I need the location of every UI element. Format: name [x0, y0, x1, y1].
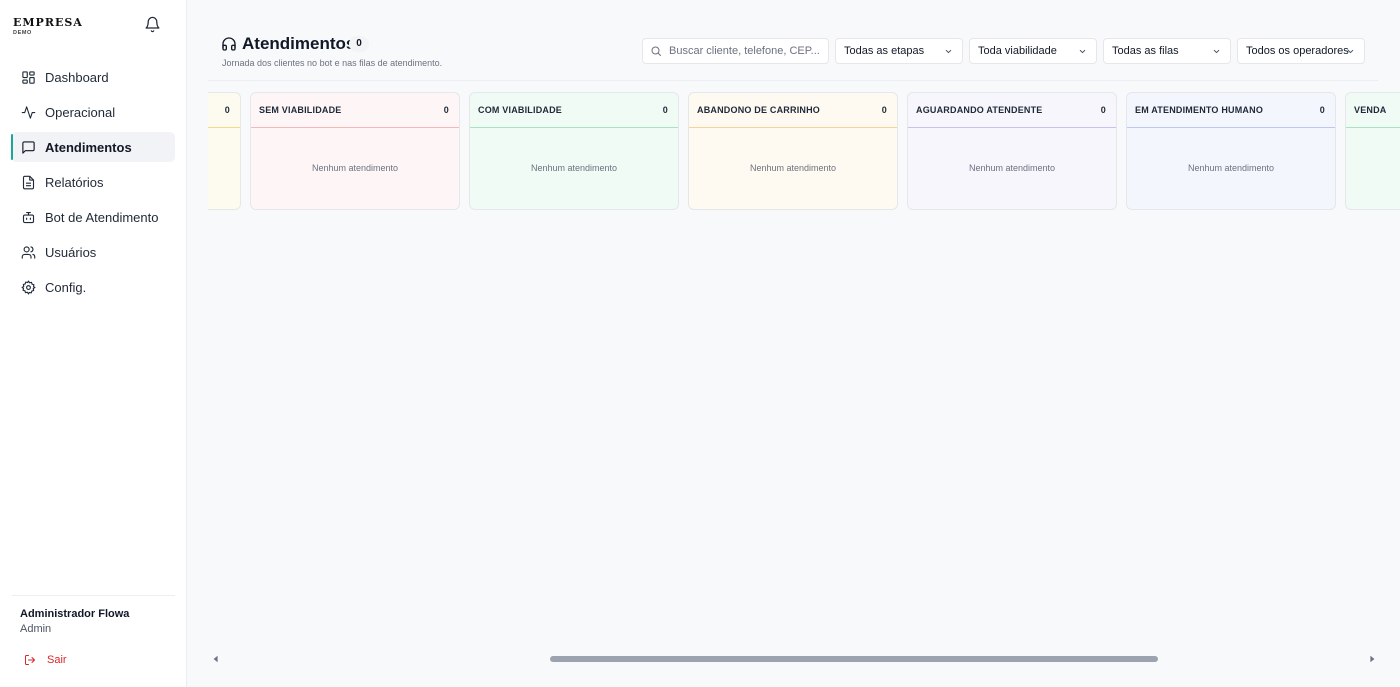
scroll-left-arrow-icon[interactable] [212, 655, 220, 663]
header-divider [208, 80, 1378, 81]
column-count: 0 [443, 105, 449, 115]
gear-icon [21, 279, 36, 295]
chevron-down-icon [945, 49, 952, 54]
user-name: Administrador Flowa [20, 608, 130, 620]
sidebar-item-label: Config. [45, 279, 87, 295]
column-header: AGUARDANDO ATENDENTE 0 [908, 93, 1116, 128]
column-header: EM ATENDIMENTO HUMANO 0 [1127, 93, 1335, 128]
chat-icon [22, 140, 35, 154]
column-title: ABANDONO DE CARRINHO [697, 105, 820, 115]
sidebar-item-usuarios[interactable]: Usuários [11, 237, 175, 267]
column-count: 0 [881, 105, 887, 115]
document-icon [22, 175, 35, 189]
column-count: 0 [1100, 105, 1106, 115]
brand-name: EMPRESA [13, 16, 83, 29]
sidebar: EMPRESA DEMO Dashboard Operacional Atend… [0, 0, 187, 687]
column-empty-text: Nenhum atendimento [1187, 163, 1275, 173]
kanban-column: VENDA [1345, 92, 1400, 210]
sidebar-item-dashboard[interactable]: Dashboard [11, 62, 175, 92]
chevron-down-icon [1079, 49, 1086, 54]
total-count-badge: 0 [349, 36, 369, 52]
search-box[interactable] [642, 38, 829, 64]
page-title: Atendimentos [242, 34, 356, 53]
column-title: AGUARDANDO ATENDENTE [916, 105, 1043, 115]
user-profile: Administrador Flowa Admin [12, 595, 175, 635]
sidebar-item-relatorios[interactable]: Relatórios [11, 167, 175, 197]
column-header: 0 [208, 93, 240, 128]
scrollbar-thumb[interactable] [550, 656, 1158, 662]
column-empty-text: Nenhum atendimento [530, 163, 618, 173]
column-header: VENDA [1346, 93, 1400, 128]
filter-etapas-value: Todas as etapas [844, 45, 925, 57]
column-count: 0 [224, 105, 230, 115]
column-empty-text: Nenhum atendimento [749, 163, 837, 173]
page-subtitle: Jornada dos clientes no bot e nas filas … [222, 58, 443, 68]
column-empty-text: Nenhum atendimento [311, 163, 399, 173]
sidebar-item-bot[interactable]: Bot de Atendimento [11, 202, 175, 232]
sidebar-item-label: Operacional [45, 104, 116, 120]
filter-etapas-select[interactable]: Todas as etapas [835, 38, 963, 64]
kanban-column: AGUARDANDO ATENDENTE 0 Nenhum atendiment… [907, 92, 1117, 210]
filter-operadores-value: Todos os operadores [1246, 45, 1349, 57]
users-icon [21, 245, 36, 259]
column-title: COM VIABILIDADE [478, 105, 562, 115]
brand-logo[interactable]: EMPRESA DEMO [13, 16, 83, 36]
kanban-column: 0 [208, 92, 241, 210]
search-input[interactable] [669, 45, 819, 57]
chevron-down-icon [1213, 49, 1220, 54]
scroll-right-arrow-icon[interactable] [1368, 655, 1376, 663]
logout-icon [25, 655, 35, 665]
kanban-board: 0 SEM VIABILIDADE 0 Nenhum atendimento C… [208, 92, 1400, 212]
headset-icon [222, 37, 236, 51]
column-header: COM VIABILIDADE 0 [470, 93, 678, 128]
logout-label: Sair [47, 654, 67, 666]
bot-icon [22, 211, 35, 223]
kanban-column: COM VIABILIDADE 0 Nenhum atendimento [469, 92, 679, 210]
sidebar-item-config[interactable]: Config. [11, 272, 175, 302]
sidebar-item-label: Relatórios [45, 174, 104, 190]
search-icon [651, 46, 661, 56]
sidebar-nav: Dashboard Operacional Atendimentos Relat… [11, 62, 175, 307]
user-role: Admin [20, 623, 52, 635]
sidebar-item-label: Bot de Atendimento [45, 209, 159, 225]
activity-icon [21, 105, 36, 119]
sidebar-item-label: Dashboard [45, 69, 109, 85]
filter-filas-select[interactable]: Todas as filas [1103, 38, 1231, 64]
column-header: ABANDONO DE CARRINHO 0 [689, 93, 897, 128]
filter-viabilidade-select[interactable]: Toda viabilidade [969, 38, 1097, 64]
board-horizontal-scrollbar[interactable] [208, 651, 1378, 667]
chevron-down-icon [1347, 49, 1354, 54]
sidebar-item-atendimentos[interactable]: Atendimentos [11, 132, 175, 162]
sidebar-item-label: Usuários [45, 244, 97, 260]
column-count: 0 [1319, 105, 1325, 115]
column-empty-text: Nenhum atendimento [968, 163, 1056, 173]
filter-operadores-select[interactable]: Todos os operadores [1237, 38, 1365, 64]
column-header: SEM VIABILIDADE 0 [251, 93, 459, 128]
bell-icon[interactable] [144, 16, 161, 33]
column-title: VENDA [1354, 105, 1387, 115]
column-title: SEM VIABILIDADE [259, 105, 342, 115]
column-title: EM ATENDIMENTO HUMANO [1135, 105, 1264, 115]
brand-subtitle: DEMO [13, 30, 32, 36]
sidebar-item-label: Atendimentos [45, 139, 132, 155]
column-count: 0 [662, 105, 668, 115]
sidebar-item-operacional[interactable]: Operacional [11, 97, 175, 127]
kanban-column: SEM VIABILIDADE 0 Nenhum atendimento [250, 92, 460, 210]
dashboard-icon [22, 70, 35, 84]
logout-button[interactable]: Sair [24, 654, 67, 666]
filter-viabilidade-value: Toda viabilidade [978, 45, 1057, 57]
filter-filas-value: Todas as filas [1112, 45, 1179, 57]
kanban-column: ABANDONO DE CARRINHO 0 Nenhum atendiment… [688, 92, 898, 210]
kanban-column: EM ATENDIMENTO HUMANO 0 Nenhum atendimen… [1126, 92, 1336, 210]
